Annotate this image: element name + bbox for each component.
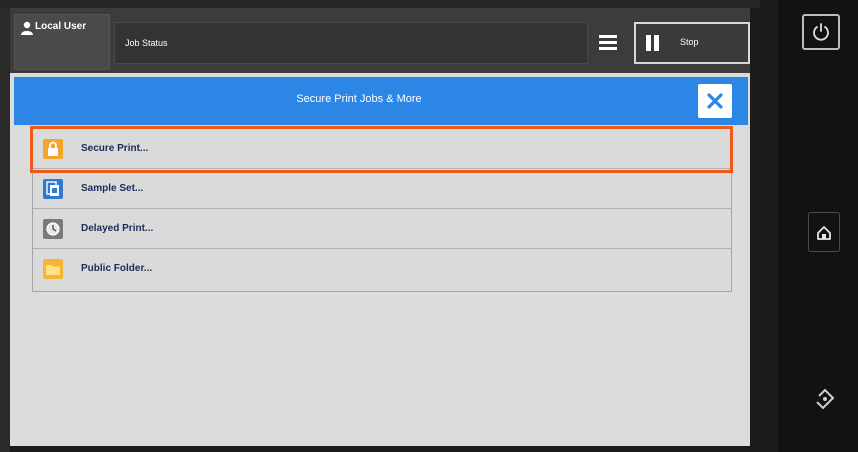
dialog-title: Secure Print Jobs & More — [296, 93, 422, 105]
lock-icon — [43, 139, 63, 159]
local-user-button[interactable]: Local User — [14, 14, 110, 70]
list-item-secure-print[interactable]: Secure Print... — [33, 129, 731, 169]
user-icon — [21, 21, 33, 35]
home-icon — [817, 226, 831, 240]
job-type-list: Secure Print... Sample Set... Delayed Pr… — [32, 128, 732, 292]
dialog-header: Secure Print Jobs & More — [14, 77, 748, 125]
list-item-label: Sample Set... — [81, 183, 144, 194]
job-status-button[interactable]: Job Status — [114, 22, 588, 64]
device-bezel-left — [0, 0, 10, 452]
stop-button[interactable]: Stop — [634, 22, 750, 64]
job-status-label: Job Status — [125, 38, 168, 48]
list-item-delayed-print[interactable]: Delayed Print... — [33, 209, 731, 249]
touch-screen: Local User Job Status Stop Secure Print … — [10, 8, 750, 446]
list-item-label: Public Folder... — [81, 263, 153, 274]
device-bezel-top — [0, 0, 760, 8]
list-item-public-folder[interactable]: Public Folder... — [33, 249, 731, 289]
sample-set-icon — [43, 179, 63, 199]
top-bar: Local User Job Status Stop — [10, 8, 750, 73]
close-icon — [707, 93, 723, 109]
menu-icon[interactable] — [596, 30, 620, 54]
home-button[interactable] — [808, 212, 840, 252]
folder-icon — [43, 259, 63, 279]
pause-icon — [646, 35, 660, 51]
local-user-label: Local User — [35, 21, 87, 32]
list-item-label: Secure Print... — [81, 143, 149, 154]
hardware-panel — [778, 0, 858, 452]
power-button[interactable] — [802, 14, 840, 50]
power-icon — [813, 23, 829, 41]
list-item-label: Delayed Print... — [81, 223, 154, 234]
list-item-sample-set[interactable]: Sample Set... — [33, 169, 731, 209]
stop-label: Stop — [680, 37, 699, 47]
nfc-icon — [816, 388, 835, 410]
close-button[interactable] — [698, 84, 732, 118]
clock-icon — [43, 219, 63, 239]
